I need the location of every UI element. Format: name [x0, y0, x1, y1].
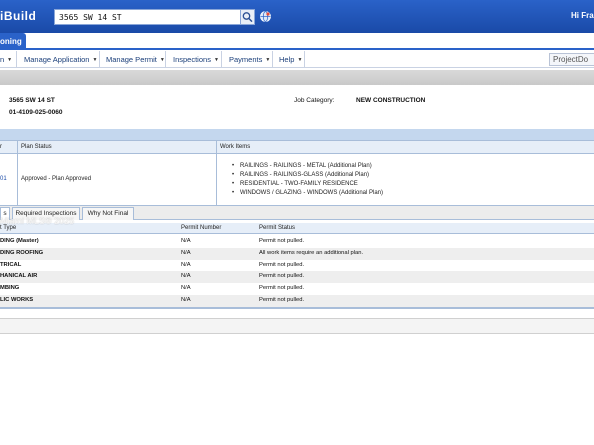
globe-icon[interactable] [260, 11, 271, 22]
menu-help[interactable]: Help ▼ [273, 51, 305, 68]
search-box[interactable] [54, 9, 255, 25]
caret-down-icon: ▼ [92, 57, 98, 63]
column-divider [17, 140, 18, 206]
menu-item-label: Help [279, 55, 295, 64]
permit-col-status: Permit Status [259, 225, 296, 231]
list-item: RAILINGS - RAILINGS - METAL (Additional … [232, 162, 383, 171]
column-divider [216, 140, 217, 206]
table-row: DING ROOFING N/A All work items require … [0, 247, 594, 260]
permit-status: All work items require an additional pla… [259, 249, 364, 256]
list-item: WINDOWS / GLAZING - WINDOWS (Additional … [232, 189, 383, 198]
permit-col-type: t Type [0, 225, 17, 231]
permit-type: TRICAL [0, 261, 22, 268]
table-row: HANICAL AIR N/A Permit not pulled. [0, 271, 594, 284]
permit-type: LIC WORKS [0, 297, 34, 303]
permit-type: DING ROOFING [0, 249, 44, 256]
address-value: 3565 SW 14 ST [9, 97, 55, 104]
plan-col-status: Plan Status [21, 144, 52, 150]
menu-item-label: Inspections [173, 55, 211, 64]
plan-number-link[interactable]: 01 [0, 176, 7, 182]
menu-item-label: Manage Application [24, 55, 90, 64]
plan-status-value: Approved - Plan Approved [21, 176, 92, 182]
plan-col-number: r [0, 144, 2, 150]
permit-table-header: t Type Permit Number Permit Status [0, 223, 594, 234]
tab-zoning[interactable]: oning [0, 33, 26, 50]
menu-item-label: Payments [229, 55, 263, 64]
permit-type: HANICAL AIR [0, 273, 38, 280]
tab-required-inspections[interactable]: Required Inspections [12, 207, 80, 220]
table-row: MBING N/A Permit not pulled. [0, 283, 594, 295]
job-category-label: Job Category: [294, 97, 335, 104]
section-divider [0, 129, 594, 140]
menu-item-label: n [0, 55, 5, 64]
permit-number: N/A [181, 249, 191, 256]
permit-status: Permit not pulled. [259, 238, 305, 244]
caret-down-icon: ▼ [213, 57, 219, 63]
section-bar [0, 70, 594, 85]
menu-manage-permit[interactable]: Manage Permit ▼ [100, 51, 166, 68]
table-bottom-border [0, 307, 594, 309]
brand-logo: iBuild [0, 9, 37, 23]
menu-bar: n ▼ Manage Application ▼ Manage Permit ▼ In… [0, 51, 594, 68]
permit-number: N/A [181, 261, 191, 268]
menu-manage-application[interactable]: Manage Application ▼ [18, 51, 100, 68]
permit-status: Permit not pulled. [259, 273, 305, 280]
caret-down-icon: ▼ [159, 57, 165, 63]
caret-down-icon: ▼ [297, 57, 303, 63]
tab-permits[interactable]: s [0, 207, 10, 220]
permit-status: Permit not pulled. [259, 261, 305, 268]
permit-number: N/A [181, 238, 191, 244]
permit-col-number: Permit Number [181, 225, 222, 231]
permit-number: N/A [181, 273, 191, 280]
tab-why-not-final[interactable]: Why Not Final [82, 207, 134, 220]
plan-table-header: r Plan Status Work Items [0, 140, 594, 154]
menu-item-label: Manage Permit [106, 55, 157, 64]
projectdox-link[interactable]: ProjectDo [549, 53, 594, 66]
permit-type: MBING [0, 285, 20, 292]
search-input[interactable] [59, 11, 239, 24]
job-category-value: NEW CONSTRUCTION [356, 97, 426, 104]
footer-bar [0, 318, 594, 334]
folio-value: 01-4109-025-0060 [9, 109, 63, 116]
work-items-list: RAILINGS - RAILINGS - METAL (Additional … [232, 162, 383, 198]
list-item: RESIDENTIAL - TWO-FAMILY RESIDENCE [232, 180, 383, 189]
caret-down-icon: ▼ [7, 57, 13, 63]
permit-status: Permit not pulled. [259, 285, 305, 292]
search-button[interactable] [240, 9, 255, 25]
menu-item-first[interactable]: n ▼ [0, 51, 17, 68]
menu-inspections[interactable]: Inspections ▼ [166, 51, 222, 68]
caret-down-icon: ▼ [265, 57, 271, 63]
permit-status: Permit not pulled. [259, 297, 305, 303]
permit-number: N/A [181, 297, 191, 303]
list-item: RAILINGS - RAILINGS-GLASS (Additional Pl… [232, 171, 383, 180]
plan-col-work-items: Work Items [220, 144, 251, 150]
table-row: TRICAL N/A Permit not pulled. [0, 260, 594, 272]
permit-number: N/A [181, 285, 191, 292]
search-icon [242, 12, 253, 23]
menu-payments[interactable]: Payments ▼ [222, 51, 273, 68]
permit-type: DING (Master) [0, 238, 39, 244]
table-row: LIC WORKS N/A Permit not pulled. [0, 295, 594, 307]
table-row: DING (Master) N/A Permit not pulled. [0, 236, 594, 248]
tab-strip [0, 33, 594, 50]
user-greeting[interactable]: Hi Fran [571, 11, 594, 20]
